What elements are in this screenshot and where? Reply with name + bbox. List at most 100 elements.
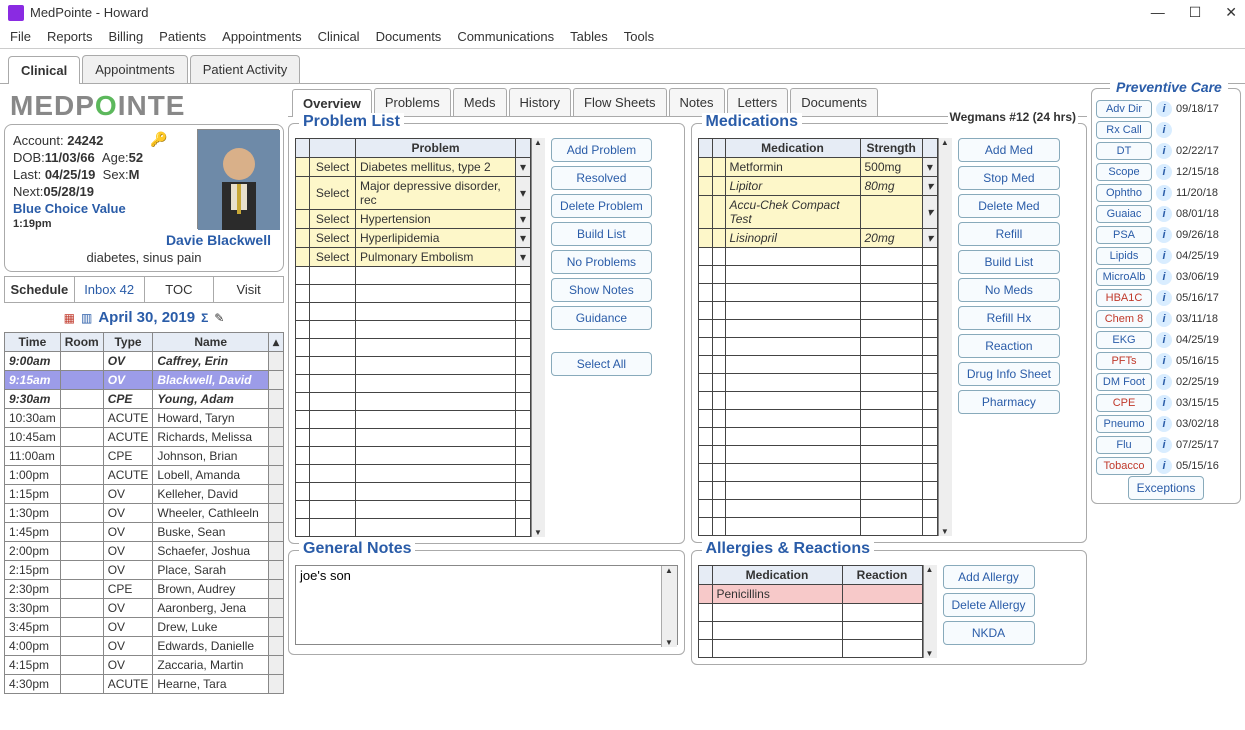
info-icon[interactable]: i [1156,458,1172,474]
info-icon[interactable]: i [1156,311,1172,327]
problem-btn-show-notes[interactable]: Show Notes [551,278,652,302]
problem-row[interactable] [296,303,531,321]
medication-row[interactable] [698,248,937,266]
med-btn-stop-med[interactable]: Stop Med [958,166,1060,190]
sigma-icon[interactable]: Σ [201,311,208,325]
problem-row[interactable] [296,429,531,447]
info-icon[interactable]: i [1156,122,1172,138]
problem-row[interactable] [296,267,531,285]
preventive-btn-pfts[interactable]: PFTs [1096,352,1152,370]
medication-row[interactable] [698,446,937,464]
problem-row[interactable] [296,339,531,357]
info-icon[interactable]: i [1156,374,1172,390]
allergy-row[interactable] [698,640,922,658]
med-name-header[interactable]: Medication [725,139,860,158]
problem-btn-no-problems[interactable]: No Problems [551,250,652,274]
medication-row[interactable] [698,410,937,428]
schedule-row[interactable]: 10:45amACUTERichards, Melissa [5,428,284,447]
exceptions-button[interactable]: Exceptions [1128,476,1205,500]
preventive-btn-flu[interactable]: Flu [1096,436,1152,454]
maximize-button[interactable]: ☐ [1189,4,1202,21]
problem-btn-build-list[interactable]: Build List [551,222,652,246]
info-icon[interactable]: i [1156,143,1172,159]
problem-btn-add-problem[interactable]: Add Problem [551,138,652,162]
schedule-row[interactable]: 2:30pmCPEBrown, Audrey [5,580,284,599]
info-icon[interactable]: i [1156,395,1172,411]
sched-scroll-up-icon[interactable]: ▴ [268,333,283,352]
general-notes-input[interactable] [295,565,678,645]
problem-btn-delete-problem[interactable]: Delete Problem [551,194,652,218]
menu-patients[interactable]: Patients [159,29,206,44]
tab-flowsheets[interactable]: Flow Sheets [573,88,667,116]
info-icon[interactable]: i [1156,332,1172,348]
allergy-reaction-header[interactable]: Reaction [842,566,922,585]
info-icon[interactable]: i [1156,290,1172,306]
schedule-row[interactable]: 3:45pmOVDrew, Luke [5,618,284,637]
sched-col-time[interactable]: Time [5,333,61,352]
schedule-row[interactable]: 10:30amACUTEHoward, Taryn [5,409,284,428]
problem-row[interactable]: SelectDiabetes mellitus, type 2▾ [296,158,531,177]
schedule-row[interactable]: 1:45pmOVBuske, Sean [5,523,284,542]
calendar-icon-2[interactable]: ▥ [81,311,92,325]
med-btn-reaction[interactable]: Reaction [958,334,1060,358]
menu-clinical[interactable]: Clinical [318,29,360,44]
problem-row[interactable] [296,357,531,375]
menu-appointments[interactable]: Appointments [222,29,302,44]
schedule-row[interactable]: 1:30pmOVWheeler, Cathleeln [5,504,284,523]
preventive-btn-tobacco[interactable]: Tobacco [1096,457,1152,475]
problem-row[interactable] [296,483,531,501]
info-icon[interactable]: i [1156,437,1172,453]
medication-row[interactable] [698,518,937,536]
pencil-icon[interactable]: ✎ [214,311,224,325]
problem-row[interactable] [296,501,531,519]
problem-name-header[interactable]: Problem [356,139,516,158]
menu-billing[interactable]: Billing [108,29,143,44]
medication-row[interactable] [698,356,937,374]
tab-notes[interactable]: Notes [669,88,725,116]
close-button[interactable]: ✕ [1225,4,1237,21]
med-btn-drug-info-sheet[interactable]: Drug Info Sheet [958,362,1060,386]
med-btn-no-meds[interactable]: No Meds [958,278,1060,302]
med-btn-delete-med[interactable]: Delete Med [958,194,1060,218]
schedule-row[interactable]: 4:15pmOVZaccaria, Martin [5,656,284,675]
notes-scrollbar[interactable]: ▲▼ [661,566,677,647]
tab-meds[interactable]: Meds [453,88,507,116]
med-scrollbar[interactable] [938,138,952,536]
problem-row[interactable]: SelectPulmonary Embolism▾ [296,248,531,267]
menu-tables[interactable]: Tables [570,29,608,44]
info-icon[interactable]: i [1156,164,1172,180]
menu-file[interactable]: File [10,29,31,44]
problem-row[interactable]: SelectHypertension▾ [296,210,531,229]
info-icon[interactable]: i [1156,185,1172,201]
allergy-btn-delete-allergy[interactable]: Delete Allergy [943,593,1035,617]
schedule-row[interactable]: 3:30pmOVAaronberg, Jena [5,599,284,618]
allergy-row[interactable] [698,622,922,640]
medication-row[interactable]: Accu-Chek Compact Test▾ [698,196,937,229]
preventive-btn-dt[interactable]: DT [1096,142,1152,160]
menu-documents[interactable]: Documents [376,29,442,44]
medication-row[interactable] [698,392,937,410]
sched-col-type[interactable]: Type [103,333,153,352]
preventive-btn-cpe[interactable]: CPE [1096,394,1152,412]
problem-row[interactable] [296,321,531,339]
medication-row[interactable]: Metformin500mg▾ [698,158,937,177]
problem-row[interactable] [296,465,531,483]
preventive-btn-lipids[interactable]: Lipids [1096,247,1152,265]
preventive-btn-psa[interactable]: PSA [1096,226,1152,244]
schedule-row[interactable]: 4:00pmOVEdwards, Danielle [5,637,284,656]
problem-row[interactable] [296,285,531,303]
medication-row[interactable] [698,284,937,302]
tab-documents[interactable]: Documents [790,88,878,116]
medication-row[interactable] [698,302,937,320]
allergy-btn-add-allergy[interactable]: Add Allergy [943,565,1035,589]
key-icon[interactable]: 🔑 [150,131,167,148]
medication-row[interactable] [698,320,937,338]
info-icon[interactable]: i [1156,248,1172,264]
info-icon[interactable]: i [1156,353,1172,369]
problem-row[interactable]: SelectMajor depressive disorder, rec▾ [296,177,531,210]
schedule-row[interactable]: 1:15pmOVKelleher, David [5,485,284,504]
tab-clinical[interactable]: Clinical [8,56,80,84]
allergy-row[interactable]: Penicillins [698,585,922,604]
medication-row[interactable] [698,482,937,500]
schedule-row[interactable]: 9:15amOVBlackwell, David [5,371,284,390]
